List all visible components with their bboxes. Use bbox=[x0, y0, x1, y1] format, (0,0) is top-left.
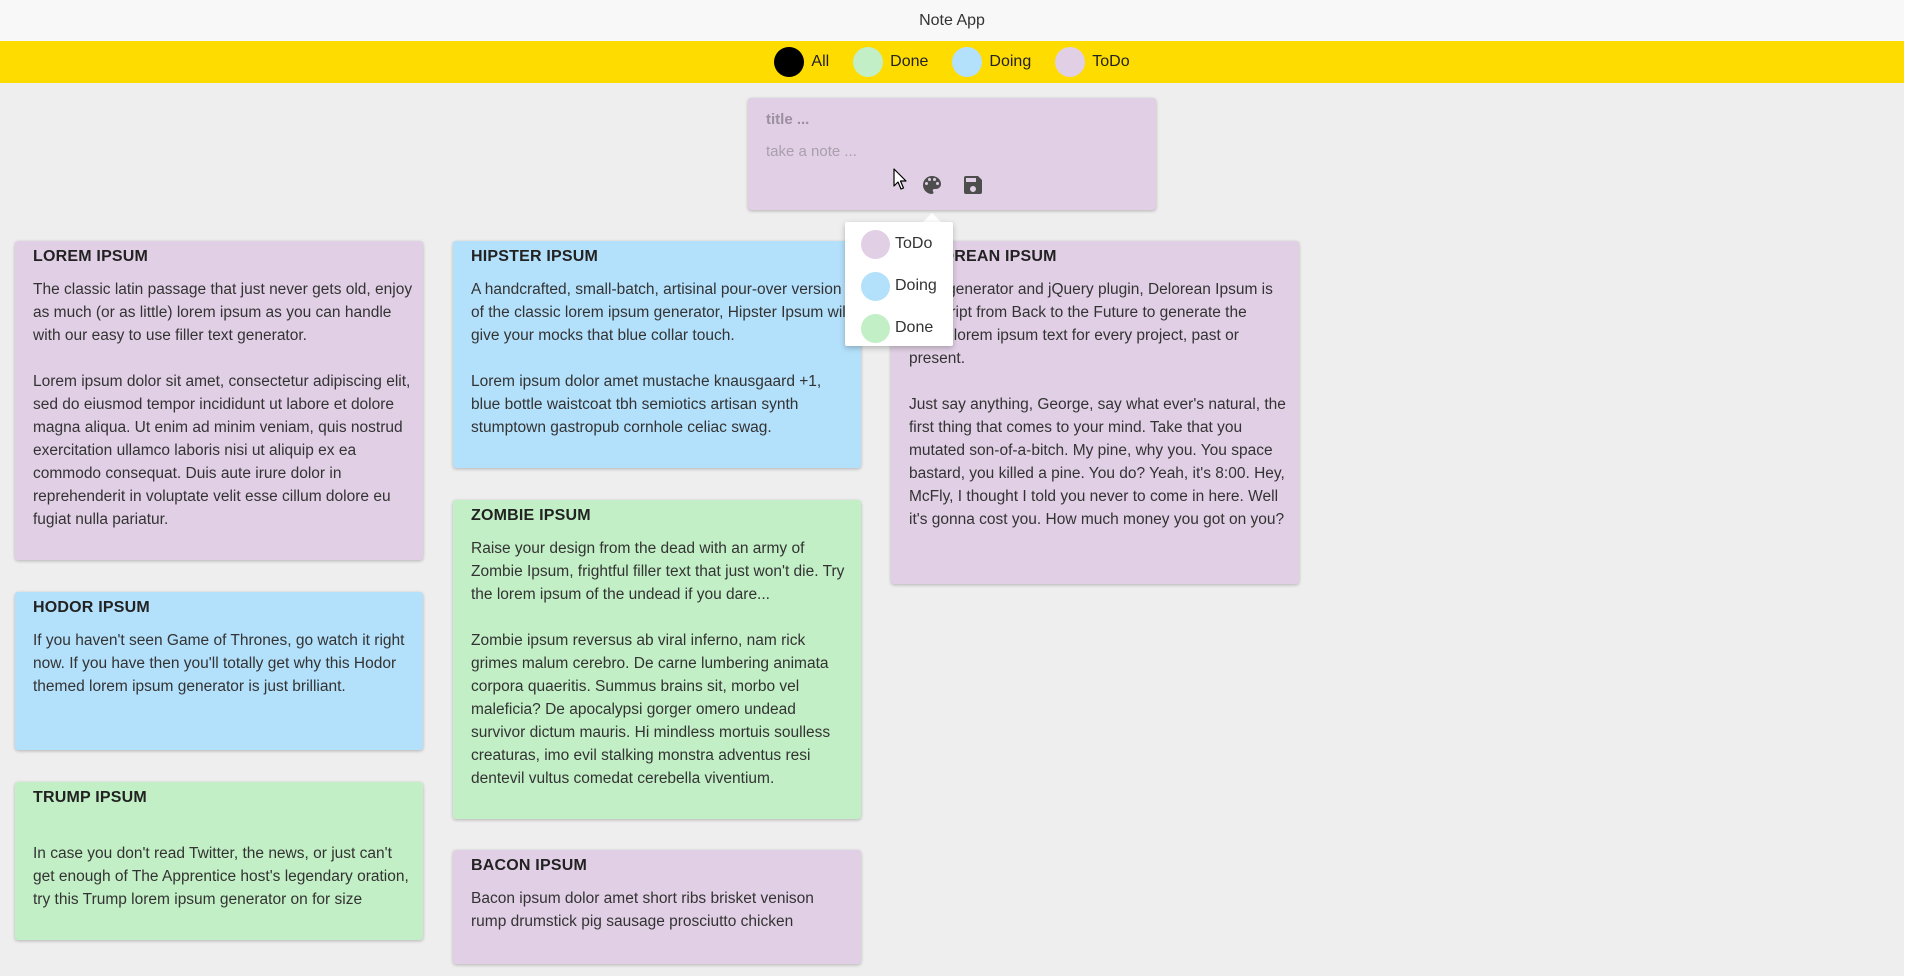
note-title: HODOR IPSUM bbox=[33, 599, 150, 616]
color-option-label: Done bbox=[895, 319, 934, 336]
note-title: LOREM IPSUM bbox=[33, 248, 149, 265]
note-card[interactable]: HIPSTER IPSUM A handcrafted, small-batch… bbox=[453, 241, 861, 468]
color-menu: ToDo Doing Done bbox=[845, 222, 953, 346]
window-scrollbar[interactable] bbox=[1904, 0, 1920, 976]
palette-icon[interactable] bbox=[920, 173, 944, 197]
color-option-label: ToDo bbox=[895, 235, 933, 252]
note-body-input[interactable] bbox=[764, 138, 1138, 164]
note-card[interactable]: ZOMBIE IPSUM Raise your design from the … bbox=[453, 500, 861, 819]
filter-todo[interactable]: ToDo bbox=[1055, 47, 1130, 77]
done-color-dot bbox=[861, 313, 890, 343]
filter-all[interactable]: All bbox=[774, 47, 829, 77]
note-card[interactable]: BACON IPSUM Bacon ipsum dolor amet short… bbox=[453, 850, 861, 964]
filter-todo-label: ToDo bbox=[1092, 53, 1130, 70]
note-composer bbox=[748, 98, 1156, 210]
color-option-label: Doing bbox=[895, 277, 937, 294]
note-body: Bacon ipsum dolor amet short ribs briske… bbox=[471, 890, 814, 930]
save-icon[interactable] bbox=[961, 173, 985, 197]
doing-color-dot bbox=[952, 47, 983, 77]
note-body: A handcrafted, small-batch, artisinal po… bbox=[471, 281, 850, 436]
color-option-done[interactable]: Done bbox=[861, 313, 933, 343]
note-title: ZOMBIE IPSUM bbox=[471, 507, 591, 524]
filter-bar: All Done Doing ToDo bbox=[0, 41, 1904, 83]
note-card[interactable]: TRUMP IPSUM In case you don't read Twitt… bbox=[15, 782, 423, 940]
note-card[interactable]: LOREM IPSUM The classic latin passage th… bbox=[15, 241, 423, 560]
note-title: TRUMP IPSUM bbox=[33, 789, 147, 806]
filter-all-label: All bbox=[811, 53, 830, 70]
mouse-cursor-icon bbox=[893, 168, 907, 190]
filter-doing-label: Doing bbox=[989, 53, 1032, 70]
filter-done[interactable]: Done bbox=[853, 47, 928, 77]
done-color-dot bbox=[853, 47, 884, 77]
color-menu-arrow bbox=[923, 213, 941, 222]
todo-color-dot bbox=[861, 229, 890, 259]
note-body: Time generator and jQuery plugin, Delore… bbox=[909, 281, 1286, 528]
app-title-bar: Note App bbox=[0, 0, 1904, 41]
color-option-todo[interactable]: ToDo bbox=[861, 229, 932, 259]
note-card[interactable]: HODOR IPSUM If you haven't seen Game of … bbox=[15, 592, 423, 750]
filter-doing[interactable]: Doing bbox=[952, 47, 1031, 77]
note-body: Raise your design from the dead with an … bbox=[471, 540, 845, 787]
color-option-doing[interactable]: Doing bbox=[861, 271, 937, 301]
note-body: The classic latin passage that just neve… bbox=[33, 281, 413, 528]
note-body: If you haven't seen Game of Thrones, go … bbox=[33, 632, 405, 695]
app-title: Note App bbox=[919, 11, 985, 29]
note-title: BACON IPSUM bbox=[471, 857, 587, 874]
note-body: In case you don't read Twitter, the news… bbox=[33, 845, 409, 908]
note-title: HIPSTER IPSUM bbox=[471, 248, 599, 265]
todo-color-dot bbox=[1055, 47, 1086, 77]
doing-color-dot bbox=[861, 271, 890, 301]
all-color-dot bbox=[774, 47, 805, 77]
note-title-input[interactable] bbox=[764, 106, 1138, 132]
filter-done-label: Done bbox=[890, 53, 929, 70]
